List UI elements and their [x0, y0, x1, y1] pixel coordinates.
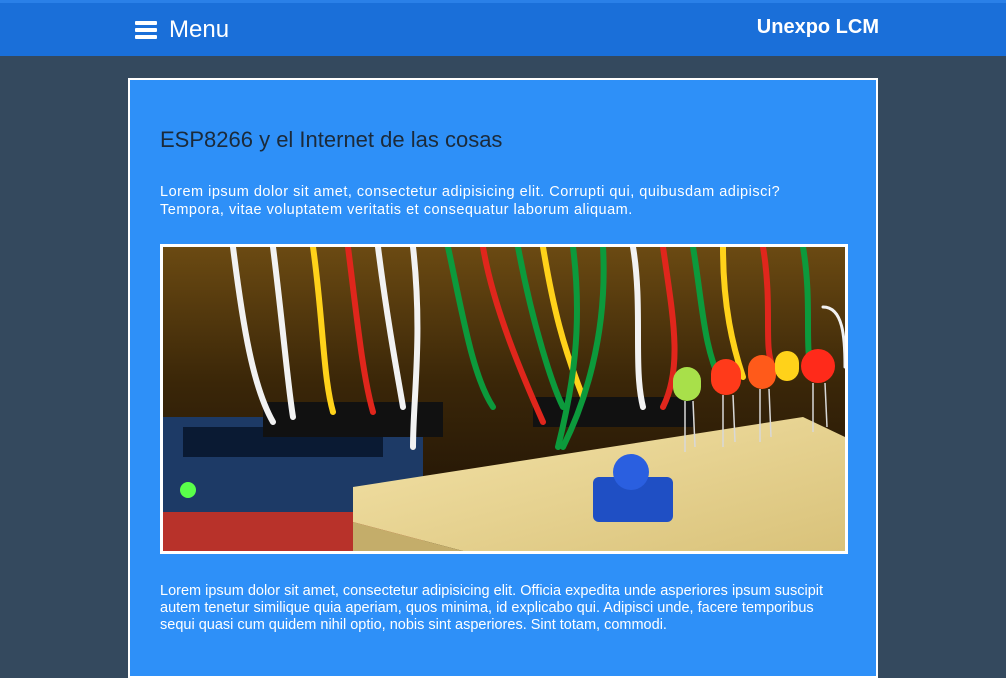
- site-brand[interactable]: Unexpo LCM: [757, 16, 879, 39]
- article-card: ESP8266 y el Internet de las cosas Lorem…: [128, 78, 878, 678]
- top-navbar: Menu Unexpo LCM: [0, 0, 1006, 56]
- article-body: Lorem ipsum dolor sit amet, consectetur …: [160, 583, 824, 633]
- menu-label[interactable]: Menu: [169, 16, 229, 44]
- hamburger-icon[interactable]: [135, 21, 157, 39]
- article-hero-image: [160, 244, 848, 554]
- article-title: ESP8266 y el Internet de las cosas: [160, 127, 503, 152]
- article-intro: Lorem ipsum dolor sit amet, consectetur …: [160, 184, 781, 218]
- menu-button[interactable]: Menu: [135, 15, 229, 45]
